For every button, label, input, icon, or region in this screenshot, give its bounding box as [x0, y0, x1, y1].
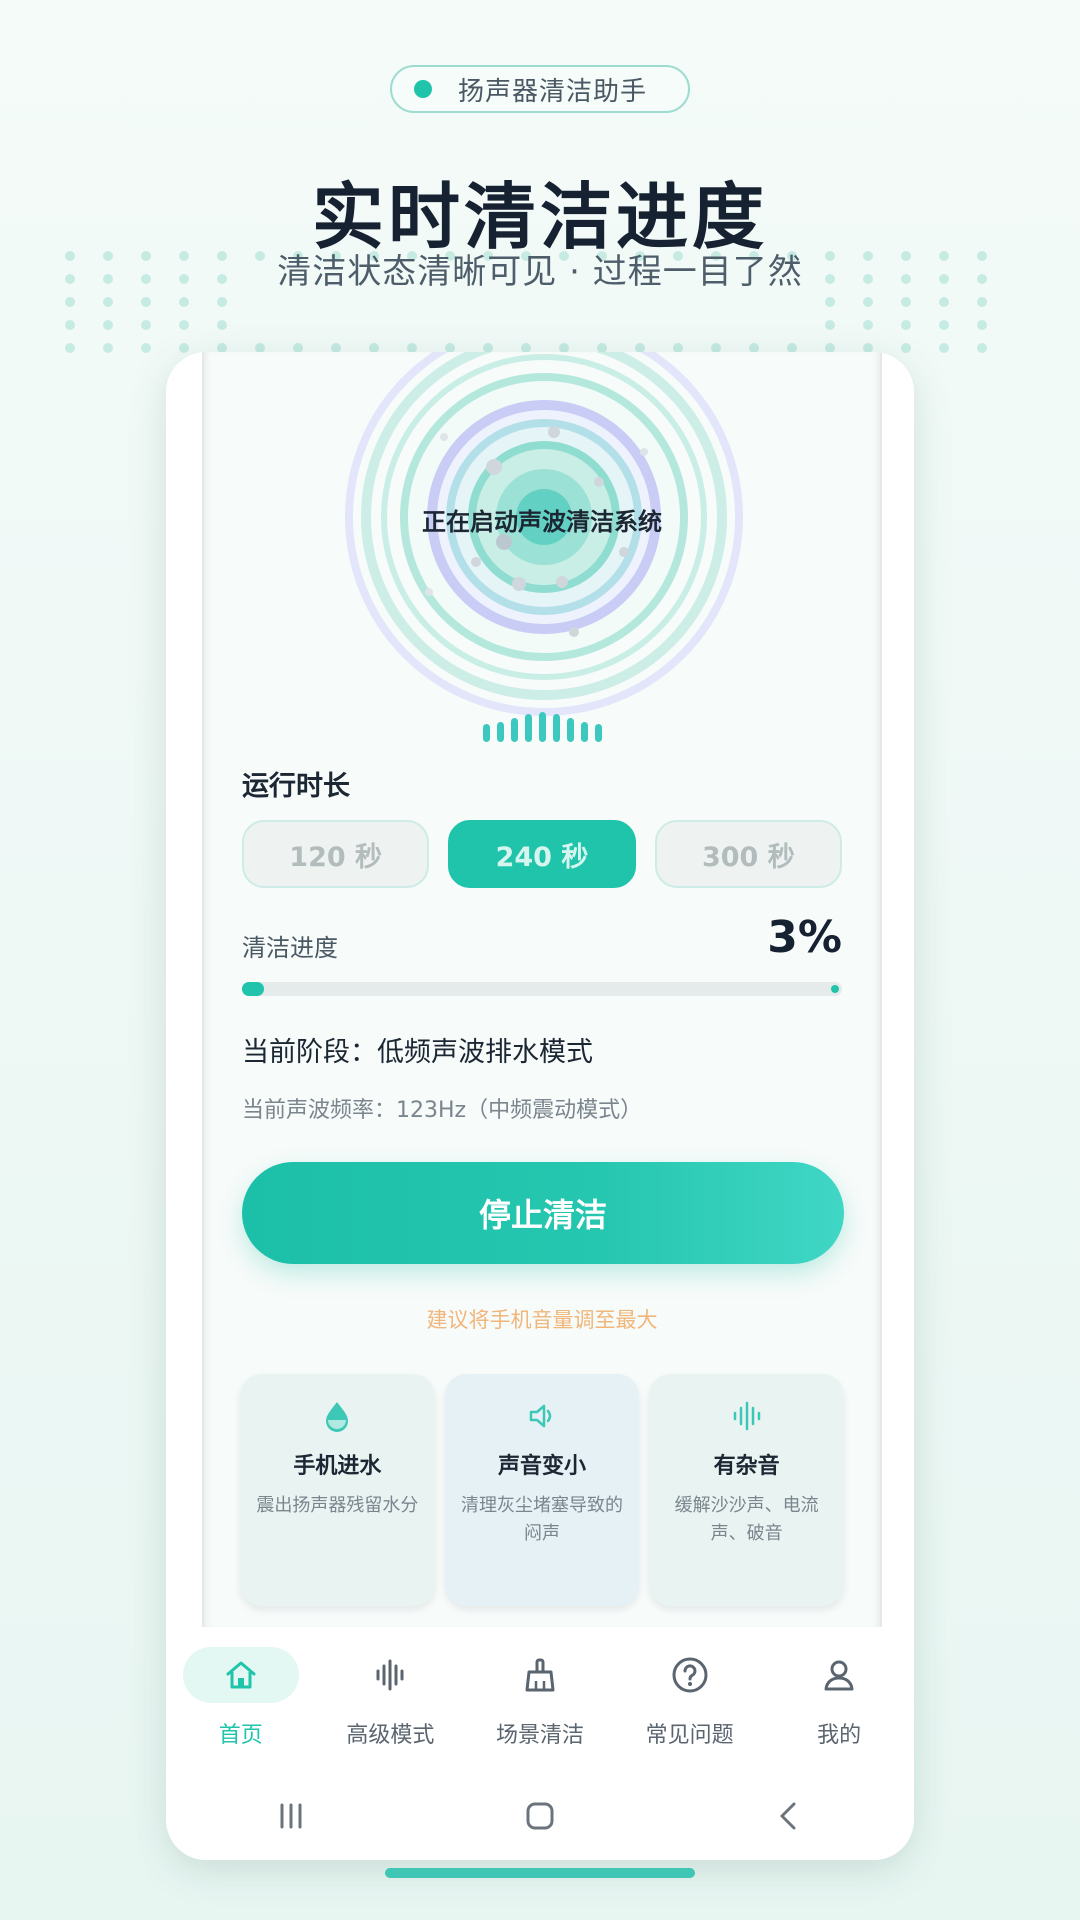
phone-mockup: 正在启动声波清洁系统 运行时长 120 秒 240 秒 300 秒 清洁进度 3…: [166, 352, 914, 1860]
system-navigation-bar: [166, 1772, 914, 1860]
audio-level-bars: [204, 710, 880, 742]
tab-advanced-icon-bg: [332, 1647, 448, 1703]
level-bar: [524, 714, 532, 742]
level-bar: [594, 724, 602, 742]
level-bar: [580, 722, 588, 742]
tab-label: 场景清洁: [495, 1723, 584, 1748]
badge-text: 扬声器清洁助手: [458, 76, 648, 107]
tab-label: 首页: [218, 1723, 263, 1748]
level-bar: [538, 712, 546, 742]
sonic-rings-animation: [345, 352, 743, 716]
tab-home-icon-bg: [182, 1647, 299, 1703]
level-bar: [482, 724, 490, 742]
tab-label: 高级模式: [346, 1723, 435, 1748]
tab-label: 常见问题: [645, 1723, 734, 1748]
duration-option-240[interactable]: 240 秒: [448, 820, 636, 888]
level-bar: [566, 718, 574, 742]
card-desc: 缓解沙沙声、电流声、破音: [674, 1495, 819, 1544]
current-frequency: 当前声波频率：123Hz（中频震动模式）: [242, 1098, 643, 1123]
stop-cleaning-button[interactable]: 停止清洁: [242, 1162, 844, 1264]
help-icon: [672, 1657, 708, 1693]
bottom-tab-bar: 首页 高级模式 场景清洁 常见问题 我的: [166, 1627, 914, 1767]
scenario-card-water[interactable]: 手机进水 震出扬声器残留水分: [240, 1374, 435, 1606]
progress-value: 3%: [767, 912, 842, 963]
broom-icon: [525, 1658, 555, 1692]
tab-faq-icon-bg: [632, 1647, 748, 1703]
duration-option-300[interactable]: 300 秒: [654, 820, 842, 888]
progress-label: 清洁进度: [242, 934, 338, 962]
duration-label: 运行时长: [242, 771, 350, 802]
card-title: 手机进水: [293, 1454, 382, 1479]
level-bar: [552, 714, 560, 742]
cleaning-status-text: 正在启动声波清洁系统: [422, 508, 662, 536]
scenario-cards: 手机进水 震出扬声器残留水分 声音变小 清理灰尘堵塞导致的闷声 有杂音 缓解沙沙…: [240, 1374, 845, 1606]
user-icon: [824, 1660, 854, 1691]
tab-advanced-mode[interactable]: 高级模式: [316, 1627, 466, 1767]
tab-label: 我的: [817, 1723, 862, 1748]
level-bar: [510, 718, 518, 742]
level-bar: [496, 722, 504, 742]
tab-scene-icon-bg: [482, 1647, 598, 1703]
badge-dot-icon: [414, 80, 432, 98]
progress-fill: [242, 982, 264, 996]
home-icon: [226, 1661, 256, 1689]
volume-tip: 建议将手机音量调至最大: [426, 1308, 658, 1332]
hero-subtitle: 清洁状态清晰可见 · 过程一目了然: [277, 252, 803, 292]
recent-apps-icon[interactable]: [271, 1796, 311, 1836]
tab-mine[interactable]: 我的: [764, 1627, 914, 1767]
sound-wave-icon: [733, 1401, 760, 1431]
card-desc: 清理灰尘堵塞导致的闷声: [461, 1495, 623, 1544]
card-desc: 震出扬声器残留水分: [256, 1495, 419, 1516]
tab-scene-cleaning[interactable]: 场景清洁: [465, 1627, 615, 1767]
app-screen: 正在启动声波清洁系统 运行时长 120 秒 240 秒 300 秒 清洁进度 3…: [202, 352, 882, 1627]
app-badge: 扬声器清洁助手: [390, 65, 690, 113]
water-drop-icon: [326, 1402, 349, 1432]
card-title: 有杂音: [713, 1454, 780, 1479]
sound-wave-icon: [376, 1659, 404, 1691]
card-title: 声音变小: [498, 1454, 587, 1479]
scenario-card-noise[interactable]: 有杂音 缓解沙沙声、电流声、破音: [649, 1374, 845, 1606]
duration-selector: 120 秒 240 秒 300 秒: [242, 820, 842, 888]
tab-mine-icon-bg: [781, 1647, 897, 1703]
home-indicator-bar: [385, 1868, 695, 1878]
scenario-card-quiet[interactable]: 声音变小 清理灰尘堵塞导致的闷声: [444, 1374, 640, 1606]
home-button-icon[interactable]: [520, 1796, 560, 1836]
progress-bar: [242, 982, 842, 996]
progress-end-dot: [831, 985, 839, 993]
tab-faq[interactable]: 常见问题: [615, 1627, 765, 1767]
back-icon[interactable]: [769, 1796, 809, 1836]
speaker-icon: [529, 1404, 552, 1428]
tab-home[interactable]: 首页: [166, 1627, 316, 1767]
current-stage: 当前阶段：低频声波排水模式: [242, 1037, 593, 1068]
duration-option-120[interactable]: 120 秒: [242, 820, 430, 888]
